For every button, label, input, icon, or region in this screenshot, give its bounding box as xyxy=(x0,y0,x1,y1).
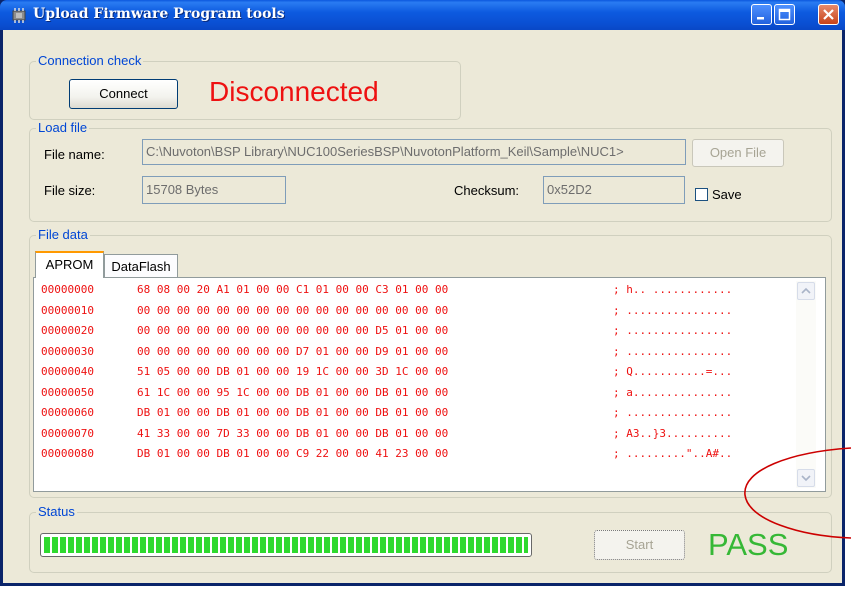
hex-address: 00000070 xyxy=(41,426,94,440)
close-button[interactable] xyxy=(818,4,839,25)
hex-bytes: 61 1C 00 00 95 1C 00 00 DB 01 00 00 DB 0… xyxy=(137,385,449,399)
hex-bytes: 00 00 00 00 00 00 00 00 00 00 00 00 D5 0… xyxy=(137,324,449,337)
hex-ascii: ; ................ xyxy=(613,406,733,419)
hex-ascii: ; ................ xyxy=(613,324,733,337)
hex-address: 00000030 xyxy=(41,344,94,358)
chip-icon xyxy=(12,8,26,23)
hex-ascii: ; Q...........=... xyxy=(613,365,733,378)
hex-address: 00000060 xyxy=(41,406,94,419)
hex-ascii: ; a............... xyxy=(613,385,733,399)
progress-fill xyxy=(44,537,528,553)
minimize-icon xyxy=(757,17,764,20)
start-button[interactable]: Start xyxy=(594,530,685,560)
hex-ascii: ; h.. ............ xyxy=(613,283,733,296)
hex-address: 00000000 xyxy=(41,283,94,296)
file-size-field[interactable]: 15708 Bytes xyxy=(142,176,286,204)
minimize-button[interactable] xyxy=(751,4,772,25)
vertical-scrollbar[interactable] xyxy=(796,281,816,488)
checksum-label: Checksum: xyxy=(454,183,520,198)
hex-bytes: 41 33 00 00 7D 33 00 00 DB 01 00 00 DB 0… xyxy=(137,426,449,440)
window-title: Upload Firmware Program tools xyxy=(33,6,285,22)
hex-ascii: ; ................ xyxy=(613,344,733,358)
upload-progress-bar xyxy=(40,533,532,557)
file-name-field[interactable]: C:\Nuvoton\BSP Library\NUC100SeriesBSP\N… xyxy=(142,139,686,165)
result-status-text: PASS xyxy=(708,527,789,562)
hex-bytes: DB 01 00 00 DB 01 00 00 C9 22 00 00 41 2… xyxy=(137,447,449,460)
hex-bytes: 00 00 00 00 00 00 00 00 D7 01 00 00 D9 0… xyxy=(137,344,449,358)
status-label: Status xyxy=(36,504,77,520)
connect-button[interactable]: Connect xyxy=(69,79,178,109)
open-file-button[interactable]: Open File xyxy=(692,139,784,167)
connection-check-label: Connection check xyxy=(36,53,144,69)
maximize-icon xyxy=(778,8,791,21)
title-bar[interactable]: Upload Firmware Program tools xyxy=(0,0,845,30)
file-size-label: File size: xyxy=(44,183,96,198)
hex-bytes: 00 00 00 00 00 00 00 00 00 00 00 00 00 0… xyxy=(137,303,449,317)
close-icon xyxy=(823,9,834,20)
file-data-label: File data xyxy=(36,227,90,243)
tab-dataflash[interactable]: DataFlash xyxy=(104,254,178,278)
chevron-down-icon xyxy=(801,475,811,482)
save-label: Save xyxy=(712,187,742,202)
scroll-down-button[interactable] xyxy=(797,469,815,487)
hex-address: 00000080 xyxy=(41,447,94,460)
checksum-field[interactable]: 0x52D2 xyxy=(543,176,685,204)
hex-ascii: ; ........."..A#.. xyxy=(613,447,733,460)
hex-ascii: ; A3..}3.......... xyxy=(613,426,733,440)
hex-ascii: ; ................ xyxy=(613,303,733,317)
file-name-label: File name: xyxy=(44,147,105,162)
tab-aprom[interactable]: APROM xyxy=(35,251,104,278)
hex-bytes: 51 05 00 00 DB 01 00 00 19 1C 00 00 3D 1… xyxy=(137,365,449,378)
hex-address: 00000020 xyxy=(41,324,94,337)
hex-bytes: 68 08 00 20 A1 01 00 00 C1 01 00 00 C3 0… xyxy=(137,283,449,296)
chevron-up-icon xyxy=(801,287,811,294)
load-file-label: Load file xyxy=(36,120,90,136)
maximize-button[interactable] xyxy=(774,4,795,25)
connection-status-text: Disconnected xyxy=(209,76,379,107)
hex-view[interactable]: 00000000 68 08 00 20 A1 01 00 00 C1 01 00… xyxy=(33,277,826,492)
hex-address: 00000040 xyxy=(41,365,94,378)
hex-address: 00000050 xyxy=(41,385,94,399)
save-checkbox[interactable] xyxy=(695,188,708,201)
hex-bytes: DB 01 00 00 DB 01 00 00 DB 01 00 00 DB 0… xyxy=(137,406,449,419)
hex-address: 00000010 xyxy=(41,303,94,317)
scroll-up-button[interactable] xyxy=(797,282,815,300)
